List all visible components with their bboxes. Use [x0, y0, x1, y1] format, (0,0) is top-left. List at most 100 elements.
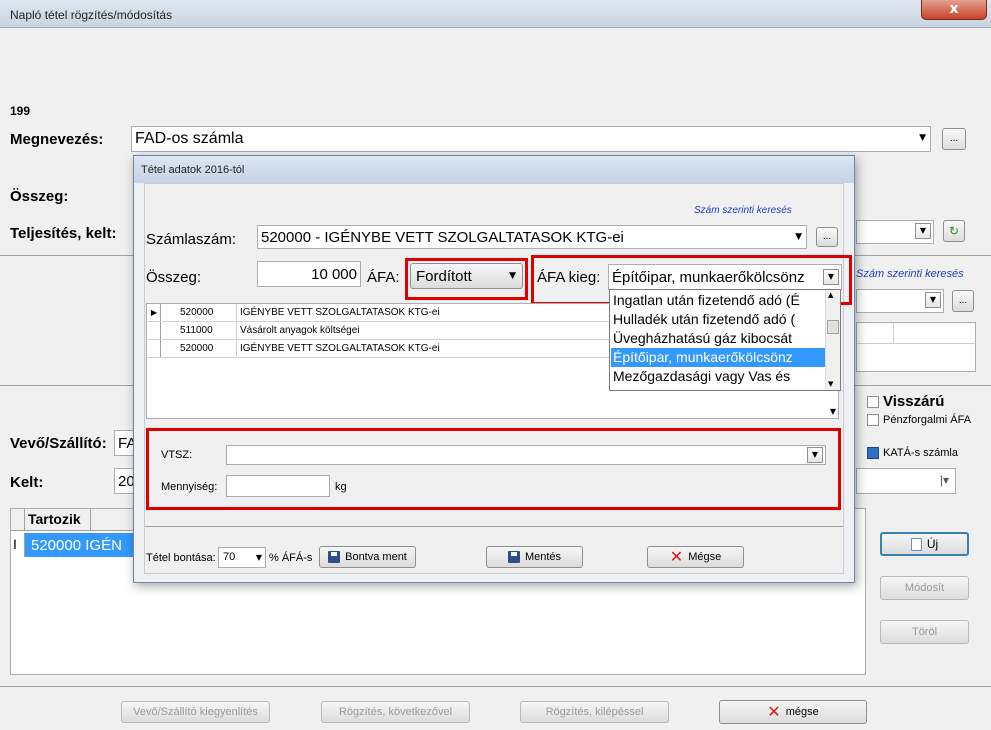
row-indicator	[148, 340, 161, 358]
megse-button-main[interactable]: ✕ mégse	[719, 700, 867, 724]
row-code: 511000	[162, 322, 237, 340]
row-indicator: I	[11, 533, 25, 557]
bontva-ment-label: Bontva ment	[345, 551, 407, 563]
visszaru-checkbox[interactable]	[867, 396, 879, 408]
kelt-label: Kelt:	[10, 474, 44, 491]
mentes-button[interactable]: Mentés	[486, 546, 583, 568]
row-code: 520000	[31, 537, 82, 554]
main-account-combo[interactable]: ▼	[856, 289, 944, 313]
dialog-title-bar: Tétel adatok 2016-tól	[134, 156, 854, 183]
table-row[interactable]: I 520000 IGÉN	[11, 533, 135, 557]
szamlaszam-combo[interactable]: 520000 - IGÉNYBE VETT SZOLGALTATASOK KTG…	[257, 225, 807, 249]
kiegyenlites-button[interactable]: Vevő/Szállító kiegyenlítés	[121, 701, 270, 723]
refresh-icon[interactable]: ↻	[943, 220, 965, 242]
vtsz-label: VTSZ:	[161, 449, 193, 461]
main-account-browse-button[interactable]: ...	[952, 290, 974, 312]
osszeg-label-dlg: Összeg:	[146, 269, 202, 286]
row-name: Vásárolt anyagok költségei	[238, 322, 613, 340]
scroll-down-icon[interactable]: ▼	[830, 407, 836, 416]
table-header-tartozik[interactable]: Tartozik	[25, 509, 91, 531]
teljesites-combo[interactable]: ▼	[856, 220, 934, 244]
window-title: Napló tétel rögzítés/módosítás	[10, 8, 173, 22]
osszeg-input[interactable]: 10 000	[257, 261, 361, 287]
szamlaszam-browse-button[interactable]: ...	[816, 227, 838, 247]
afakieg-option[interactable]: Ingatlan után fizetendő adó (É	[611, 291, 825, 310]
save-icon	[507, 551, 520, 563]
teljesites-label: Teljesítés, kelt:	[10, 225, 117, 242]
afakieg-combo[interactable]: Építőipar, munkaerőkölcsönz ▼	[608, 264, 842, 290]
uj-button[interactable]: Új	[880, 532, 969, 556]
row-indicator: ▶	[148, 304, 161, 322]
szamlaszam-label: Számlaszám:	[146, 231, 237, 248]
vtsz-combo[interactable]: ▼	[226, 445, 826, 465]
table-row[interactable]: 520000 IGÉNYBE VETT SZOLGALTATASOK KTG-e…	[148, 340, 613, 358]
afakieg-option[interactable]: Hulladék után fizetendő adó (	[611, 310, 825, 329]
afakieg-label: ÁFA kieg:	[537, 269, 601, 286]
mennyiseg-unit: kg	[335, 481, 347, 493]
afakieg-option[interactable]: Mezőgazdasági vagy Vas és	[611, 367, 825, 386]
scroll-thumb[interactable]	[827, 320, 839, 334]
bontasa-label: Tétel bontása:	[146, 552, 216, 564]
scroll-up-icon[interactable]: ▲	[828, 291, 833, 299]
szam-search-link[interactable]: Szám szerinti keresés	[694, 205, 792, 216]
mentes-label: Mentés	[524, 551, 562, 563]
close-button[interactable]: x	[921, 0, 987, 20]
megse-dialog-label: Mégse	[688, 551, 722, 563]
visszaru-label: Visszárú	[883, 393, 945, 410]
chevron-down-icon: ▼	[925, 292, 941, 308]
megse-main-label: mégse	[785, 706, 819, 718]
afakieg-dropdown-list[interactable]: Ingatlan után fizetendő adó (É Hulladék …	[609, 289, 841, 391]
bontva-ment-button[interactable]: Bontva ment	[319, 546, 416, 568]
record-number: 199	[10, 104, 31, 118]
cancel-x-icon: ✕	[767, 702, 781, 721]
row-code: 520000	[162, 304, 237, 322]
afakieg-option[interactable]: Üvegházhatású gáz kibocsát	[611, 329, 825, 348]
afakieg-option-selected[interactable]: Építőipar, munkaerőkölcsönz	[611, 348, 825, 367]
megnevezes-value: FAD-os számla	[135, 130, 244, 147]
dialog-title: Tétel adatok 2016-tól	[141, 164, 245, 176]
chevron-down-icon: ▼	[795, 232, 802, 242]
afa-combo[interactable]: Fordított ▼	[410, 263, 523, 289]
vtsz-highlight-box	[146, 428, 841, 510]
dropdown-scrollbar[interactable]: ▲ ▼	[825, 290, 840, 390]
divider	[145, 526, 843, 527]
row-name: IGÉNYBE VETT SZOLGALTATASOK KTG-ei	[238, 340, 613, 358]
modosit-button[interactable]: Módosít	[880, 576, 969, 600]
afa-value: Fordított	[416, 267, 472, 285]
mennyiseg-input[interactable]	[226, 475, 330, 497]
cursor-icon: |▾	[939, 473, 949, 487]
kata-checkbox[interactable]	[867, 447, 879, 459]
szam-search-link-main[interactable]: Szám szerinti keresés	[856, 268, 964, 280]
afa-label: ÁFA:	[367, 269, 400, 286]
kata-label: KATÁ-s számla	[883, 447, 958, 459]
row-name: IGÉNYBE VETT SZOLGALTATASOK KTG-ei	[238, 304, 613, 322]
table-row[interactable]: ▶ 520000 IGÉNYBE VETT SZOLGALTATASOK KTG…	[148, 304, 613, 322]
megnevezes-label: Megnevezés:	[10, 131, 104, 148]
mennyiseg-label: Mennyiség:	[161, 481, 218, 493]
bontasa-unit: % ÁFÁ-s	[269, 552, 313, 564]
penzforgalmi-checkbox[interactable]	[867, 414, 879, 426]
new-document-icon	[910, 537, 922, 551]
megnevezes-browse-button[interactable]: ...	[942, 128, 966, 150]
kelt-right-field[interactable]: |▾	[856, 468, 956, 494]
uj-button-label: Új	[926, 537, 939, 551]
tetel-adatok-dialog: Tétel adatok 2016-tól Szám szerinti kere…	[133, 155, 855, 583]
torol-button[interactable]: Töröl	[880, 620, 969, 644]
bontasa-combo[interactable]: 70 ▼	[218, 547, 266, 568]
bontasa-value: 70	[223, 551, 236, 563]
rogzites-kilepessel-button[interactable]: Rögzítés, kilépéssel	[520, 701, 669, 723]
megnevezes-combo[interactable]: FAD-os számla ▼	[131, 126, 931, 152]
row-indicator	[148, 322, 161, 340]
divider	[0, 686, 991, 687]
megse-button-dialog[interactable]: ✕ Mégse	[647, 546, 744, 568]
scroll-down-icon[interactable]: ▼	[828, 380, 833, 388]
row-code: 520000	[162, 340, 237, 358]
table-row[interactable]: 511000 Vásárolt anyagok költségei	[148, 322, 613, 340]
osszeg-value: 10 000	[311, 266, 357, 283]
penzforgalmi-label: Pénzforgalmi ÁFA	[883, 414, 972, 426]
chevron-down-icon: ▼	[915, 223, 931, 239]
osszeg-label: Összeg:	[10, 188, 69, 205]
close-icon: x	[949, 1, 959, 17]
vevo-label: Vevő/Szállító:	[10, 435, 107, 452]
rogzites-kovetkezovel-button[interactable]: Rögzítés, következővel	[321, 701, 470, 723]
